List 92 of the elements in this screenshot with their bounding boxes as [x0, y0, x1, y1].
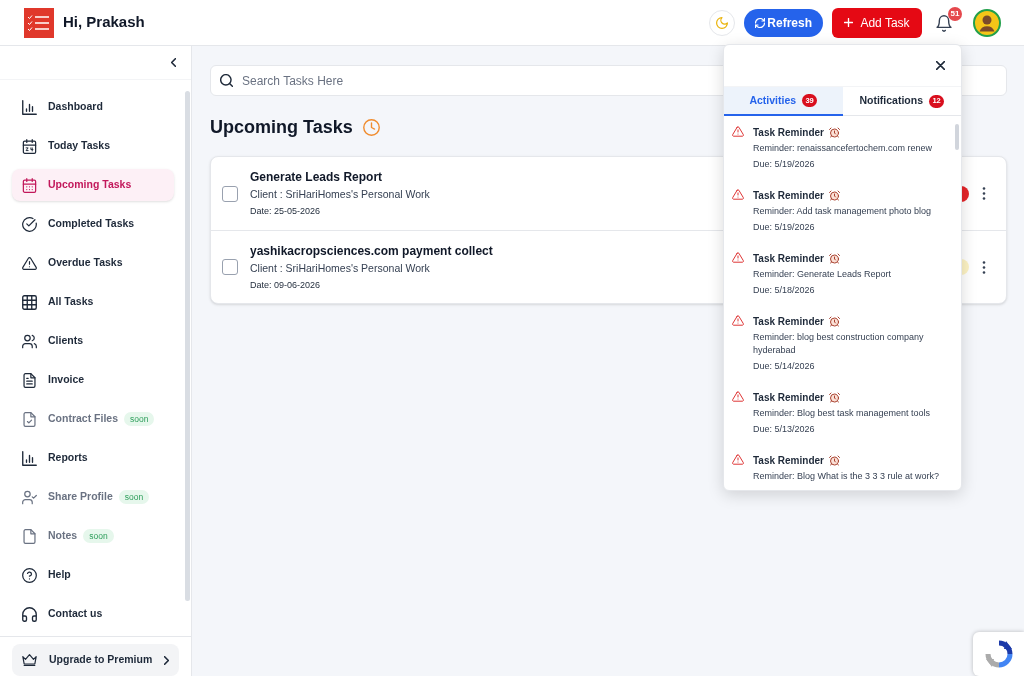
close-button[interactable] — [933, 58, 947, 73]
alarm-clock-icon — [828, 252, 840, 264]
notification-count: 51 — [948, 6, 962, 21]
reminder-text: Reminder: blog best construction company hyderabad — [753, 331, 925, 357]
more-vertical-icon — [982, 187, 986, 200]
sidebar-item[interactable]: Upcoming Tasks — [12, 169, 174, 201]
alarm-clock-icon — [828, 189, 840, 201]
due-date: Due: 5/14/2026 — [753, 360, 816, 373]
reminder-text: Reminder: Add task management photo blog — [753, 205, 933, 218]
reminder-title: Task Reminder — [753, 251, 824, 266]
logo-icon — [24, 7, 54, 38]
more-vertical-icon — [982, 260, 986, 274]
sidebar-item[interactable]: Overdue Tasks — [12, 247, 174, 279]
due-date: Due: 5/19/2026 — [753, 158, 816, 171]
reminder-title: Task Reminder — [753, 314, 824, 329]
collapse-button[interactable] — [168, 55, 178, 70]
avatar-icon[interactable] — [973, 8, 1001, 37]
checkbox[interactable] — [222, 185, 238, 202]
grid-icon — [22, 294, 37, 310]
reminder-title: Task Reminder — [753, 188, 824, 203]
soon-badge: soon — [83, 529, 114, 543]
soon-badge: soon — [118, 490, 150, 504]
reminder-title: Task Reminder — [753, 125, 824, 140]
sidebar-item[interactable]: Reports — [12, 442, 174, 474]
users-icon — [22, 333, 37, 349]
close-icon — [935, 61, 945, 70]
sidebar-item[interactable]: All Tasks — [12, 286, 174, 318]
file-icon — [22, 528, 37, 544]
task-client: Client : SriHariHomes's Personal Work — [250, 187, 430, 202]
user-check-icon — [22, 489, 37, 505]
sidebar-item[interactable]: Completed Tasks — [12, 208, 174, 240]
help-icon — [22, 567, 37, 583]
alarm-clock-icon — [828, 454, 840, 466]
moon-icon — [716, 16, 729, 29]
reminder-text: Reminder: Blog best task management tools — [753, 407, 932, 420]
circular-arrows-icon — [983, 639, 1014, 669]
task-date: Date: 25-05-2026 — [250, 205, 322, 218]
alarm-clock-icon — [828, 126, 840, 138]
page-title: Upcoming Tasks — [210, 115, 353, 139]
bell-icon — [936, 14, 952, 32]
alarm-clock-icon — [828, 315, 840, 327]
add-task-button[interactable]: Add Task — [832, 7, 922, 38]
crown-icon — [22, 654, 37, 666]
refresh-icon — [755, 17, 766, 28]
upgrade-button[interactable]: Upgrade to Premium — [12, 644, 179, 676]
document-icon — [22, 372, 37, 388]
checkbox[interactable] — [222, 259, 238, 275]
greeting: Hi, Prakash — [63, 12, 145, 33]
warning-icon — [732, 126, 744, 137]
document-check-icon — [22, 411, 37, 427]
calendar-icon — [22, 138, 37, 154]
sidebar-item[interactable]: Clients — [12, 325, 174, 357]
warning-icon — [732, 315, 744, 326]
task-date: Date: 09-06-2026 — [250, 278, 322, 292]
chevron-left-icon — [170, 58, 176, 67]
warning-icon — [732, 391, 744, 402]
reminder-title: Task Reminder — [753, 453, 824, 468]
sidebar-item[interactable]: Help — [12, 559, 174, 591]
scrollbar-thumb[interactable] — [955, 124, 959, 150]
sidebar-item[interactable]: Contact us — [12, 598, 174, 630]
warning-icon — [732, 189, 744, 200]
refresh-button[interactable]: Refresh — [744, 8, 823, 37]
reminder-text: Reminder: Blog What is the 3 3 3 rule at work? — [753, 470, 941, 483]
reminder-text: Reminder: Generate Leads Report — [753, 268, 893, 281]
soon-badge: soon — [124, 412, 155, 426]
search-icon — [220, 74, 233, 87]
chevron-right-icon — [164, 655, 170, 665]
scrollbar-thumb[interactable] — [185, 91, 190, 601]
reminder-title: Task Reminder — [753, 390, 824, 405]
due-date: Due: 5/19/2026 — [753, 221, 816, 234]
alarm-clock-icon — [828, 391, 840, 403]
task-title: yashikacropsciences.com payment collect — [250, 242, 493, 259]
warning-icon — [732, 454, 744, 465]
reminder-text: Reminder: renaissancefertochem.com renew — [753, 142, 934, 155]
warning-icon — [732, 252, 744, 263]
theme-toggle[interactable] — [709, 9, 736, 36]
headphones-icon — [22, 606, 37, 622]
check-circle-icon — [22, 216, 37, 232]
notifications-button[interactable]: 51 — [934, 6, 962, 39]
plus-icon — [844, 18, 854, 27]
clock-icon — [362, 118, 380, 136]
sidebar-item[interactable]: Today Tasks — [12, 130, 174, 162]
bar-chart-icon — [22, 99, 37, 115]
task-title: Generate Leads Report — [250, 169, 384, 185]
warning-icon — [22, 255, 37, 271]
sidebar-item[interactable]: Dashboard — [12, 91, 174, 123]
due-date: Due: 5/18/2026 — [753, 284, 816, 297]
calendar-icon — [22, 177, 37, 193]
sidebar-item[interactable]: Invoice — [12, 364, 174, 396]
due-date: Due: 5/13/2026 — [753, 423, 816, 436]
task-client: Client : SriHariHomes's Personal Work — [250, 260, 431, 276]
bar-chart-icon — [22, 450, 37, 466]
